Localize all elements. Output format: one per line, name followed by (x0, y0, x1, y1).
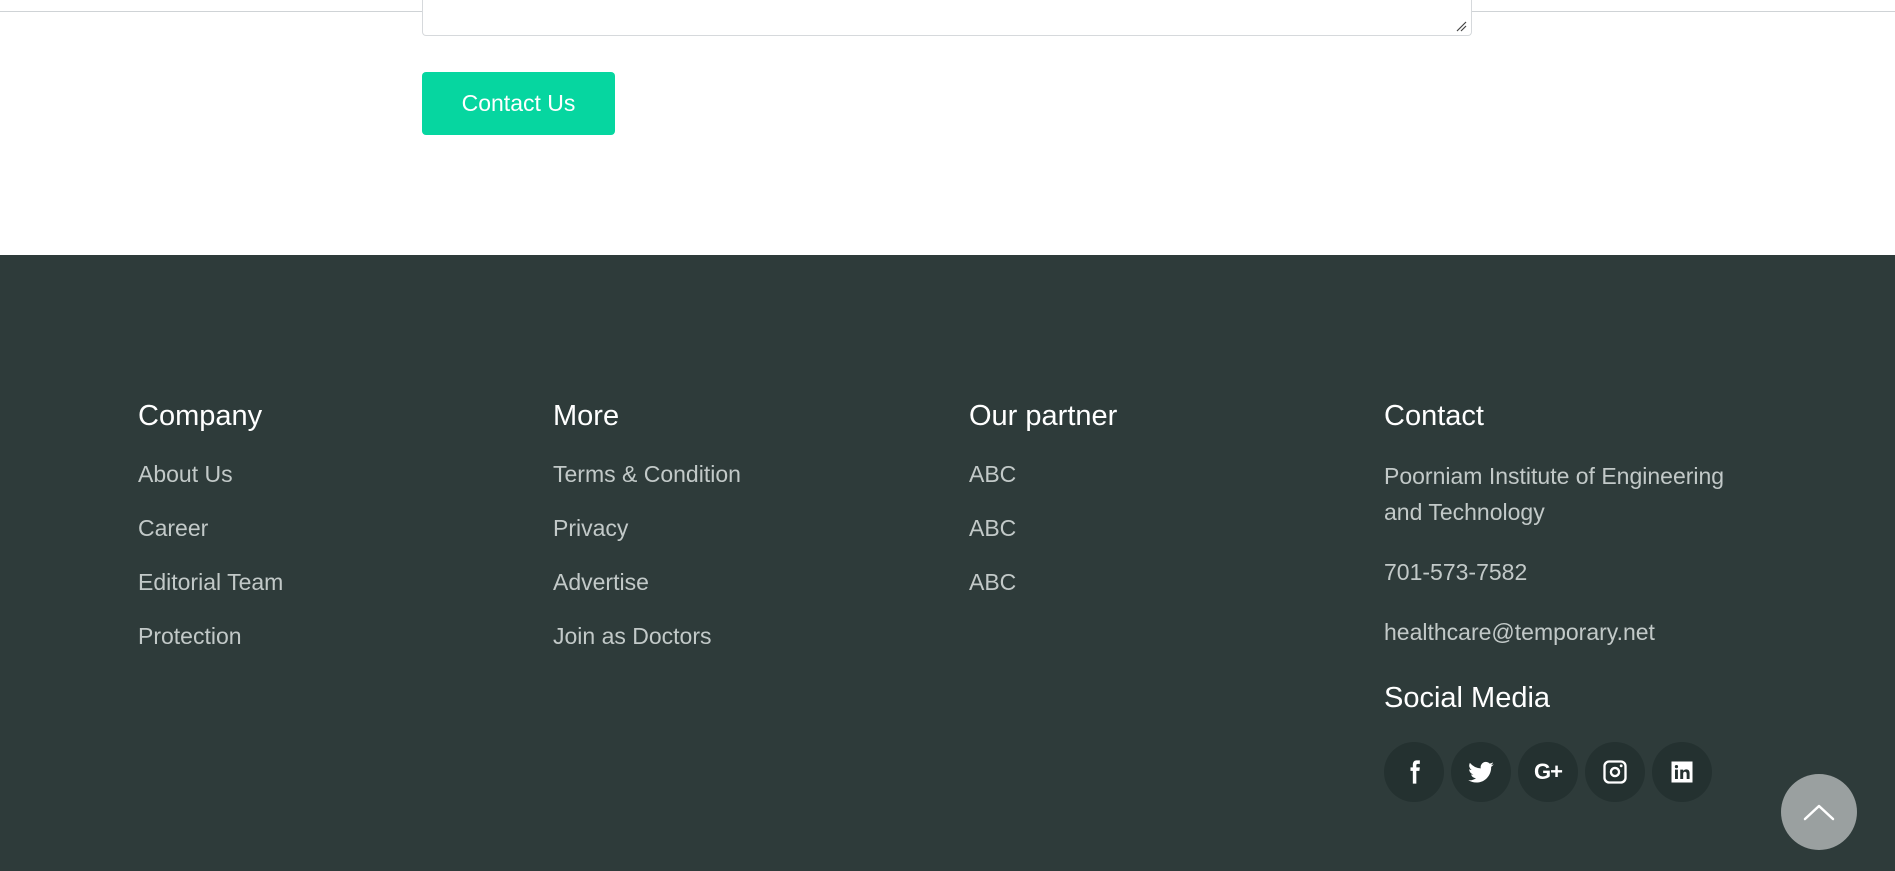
linkedin-icon[interactable] (1652, 742, 1712, 802)
message-textarea[interactable] (422, 0, 1472, 36)
footer-link-protection[interactable]: Protection (138, 623, 242, 649)
contact-us-button[interactable]: Contact Us (422, 72, 615, 135)
footer-heading-company: Company (138, 400, 263, 432)
footer-link-partner[interactable]: ABC (969, 515, 1016, 541)
footer-link-partner[interactable]: ABC (969, 569, 1016, 595)
footer-column-company: Company About Us Career Editorial Team P… (138, 398, 283, 676)
social-icons-row: G+ (1384, 742, 1764, 802)
contact-email: healthcare@temporary.net (1384, 619, 1655, 645)
google-plus-glyph: G+ (1534, 759, 1563, 784)
footer-heading-partner: Our partner (969, 400, 1118, 432)
footer-link-join-doctors[interactable]: Join as Doctors (553, 623, 712, 649)
site-footer: Company About Us Career Editorial Team P… (0, 255, 1895, 871)
footer-link-privacy[interactable]: Privacy (553, 515, 628, 541)
footer-link-partner[interactable]: ABC (969, 461, 1016, 487)
footer-heading-contact: Contact (1384, 400, 1484, 432)
message-input[interactable] (423, 0, 1471, 35)
footer-link-terms[interactable]: Terms & Condition (553, 461, 741, 487)
scroll-to-top-button[interactable] (1781, 774, 1857, 850)
footer-column-more: More Terms & Condition Privacy Advertise… (553, 398, 741, 676)
footer-column-partner: Our partner ABC ABC ABC (969, 398, 1117, 622)
google-plus-icon[interactable]: G+ (1518, 742, 1578, 802)
chevron-up-icon (1803, 804, 1835, 821)
facebook-icon[interactable] (1384, 742, 1444, 802)
footer-link-advertise[interactable]: Advertise (553, 569, 649, 595)
footer-link-career[interactable]: Career (138, 515, 208, 541)
twitter-icon[interactable] (1451, 742, 1511, 802)
footer-link-about-us[interactable]: About Us (138, 461, 233, 487)
resize-handle-icon[interactable] (1455, 20, 1467, 32)
instagram-icon[interactable] (1585, 742, 1645, 802)
footer-link-editorial-team[interactable]: Editorial Team (138, 569, 283, 595)
page: Contact Us Company About Us Career Edito… (0, 0, 1895, 871)
contact-phone: 701-573-7582 (1384, 559, 1528, 585)
footer-heading-more: More (553, 400, 620, 432)
contact-address: Poorniam Institute of Engineering and Te… (1384, 463, 1725, 525)
footer-column-contact: Contact Poorniam Institute of Engineerin… (1384, 398, 1764, 802)
social-media-heading: Social Media (1384, 682, 1551, 714)
